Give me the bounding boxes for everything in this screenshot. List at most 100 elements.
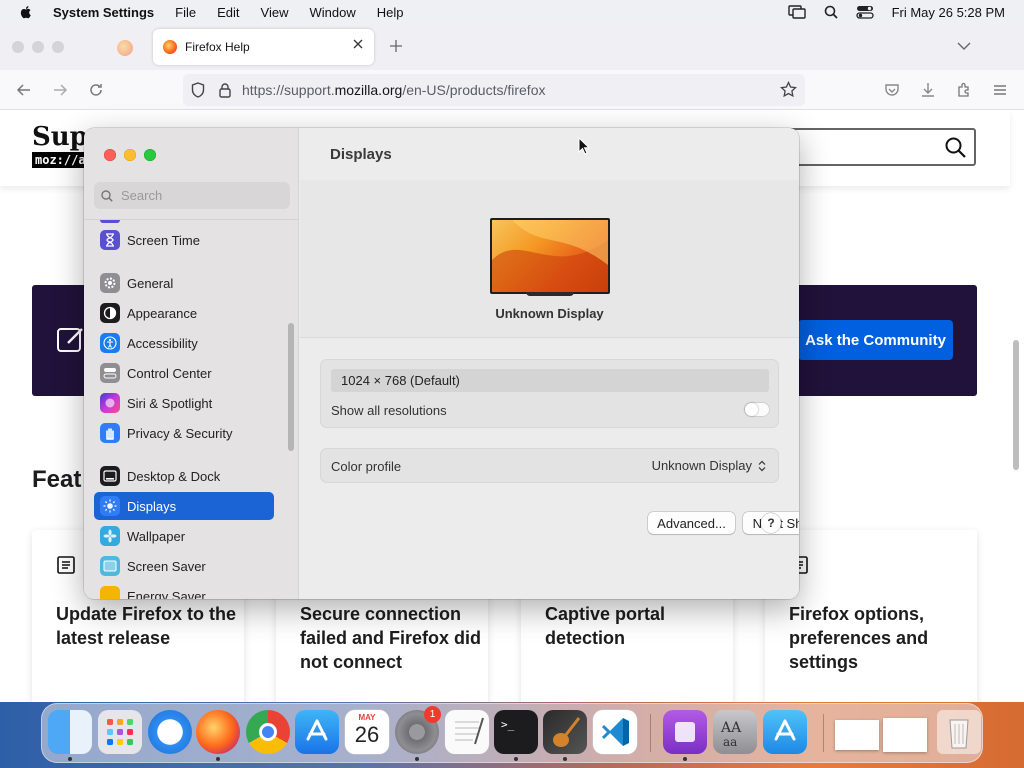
- page-scrollbar[interactable]: [1013, 340, 1019, 470]
- safari-icon[interactable]: [148, 710, 192, 754]
- tracking-protection-shield-icon[interactable]: [191, 82, 205, 98]
- sidebar-item-control-center[interactable]: Control Center: [94, 359, 274, 387]
- calendar-icon[interactable]: MAY 26: [345, 710, 389, 754]
- tab-firefox-help[interactable]: Firefox Help: [153, 29, 374, 65]
- trash-icon[interactable]: [937, 710, 981, 754]
- font-book-icon[interactable]: AA aa: [713, 710, 757, 754]
- url-prefix: https://support.: [242, 82, 335, 98]
- window-minimize-button[interactable]: [32, 41, 44, 53]
- mozilla-logo-badge[interactable]: moz://a: [32, 152, 89, 168]
- color-profile-value: Unknown Display: [651, 458, 752, 473]
- sidebar-item-desktop-dock[interactable]: Desktop & Dock: [94, 462, 274, 490]
- finder-icon[interactable]: [48, 710, 92, 754]
- menu-clock[interactable]: Fri May 26 5:28 PM: [892, 5, 1005, 20]
- window-close-button[interactable]: [12, 41, 24, 53]
- mouse-cursor-icon: [578, 137, 590, 155]
- app-store-icon[interactable]: [295, 710, 339, 754]
- bookmark-star-icon[interactable]: [780, 81, 797, 98]
- back-icon[interactable]: [16, 82, 32, 98]
- menu-edit[interactable]: Edit: [217, 5, 239, 20]
- site-search-icon[interactable]: [945, 137, 966, 158]
- spotlight-search-icon[interactable]: [824, 5, 838, 19]
- resolution-option[interactable]: 1024 × 768 (Default): [331, 369, 769, 392]
- sidebar-item-label: Energy Saver: [127, 588, 206, 600]
- sidebar-item-label: Desktop & Dock: [127, 468, 221, 484]
- menu-help[interactable]: Help: [377, 5, 404, 20]
- show-all-resolutions-toggle[interactable]: [744, 402, 770, 417]
- garageband-icon[interactable]: [543, 710, 587, 754]
- textedit-icon[interactable]: [445, 710, 489, 754]
- article-card-title[interactable]: Firefox options, preferences and setting…: [789, 602, 979, 674]
- sidebar-item-wallpaper[interactable]: Wallpaper: [94, 522, 274, 550]
- sidebar-item-privacy-security[interactable]: Privacy & Security: [94, 419, 274, 447]
- firefox-view-icon[interactable]: [117, 40, 133, 56]
- sidebar-item-screen-saver[interactable]: Screen Saver: [94, 552, 274, 580]
- sidebar-item-label: Siri & Spotlight: [127, 395, 213, 411]
- svg-text:AA: AA: [720, 720, 742, 736]
- display-preview: Unknown Display: [300, 180, 799, 338]
- featured-heading: Feat: [32, 466, 82, 493]
- flower-icon: [100, 526, 120, 546]
- url-host: mozilla.org: [334, 82, 403, 98]
- settings-sidebar: Search Screen Time General Appearance Ac…: [84, 128, 299, 599]
- help-button[interactable]: ?: [761, 513, 781, 533]
- chrome-icon[interactable]: [246, 710, 290, 754]
- control-center-icon: [100, 363, 120, 383]
- sidebar-scrollbar[interactable]: [288, 323, 294, 451]
- ask-community-button[interactable]: Ask the Community: [798, 320, 953, 360]
- menu-file[interactable]: File: [175, 5, 196, 20]
- app-menu-icon[interactable]: [992, 82, 1008, 98]
- extensions-icon[interactable]: [956, 82, 972, 98]
- minimize-button[interactable]: [124, 149, 136, 161]
- new-tab-icon[interactable]: [389, 39, 403, 53]
- app-store-icon-2[interactable]: [763, 710, 807, 754]
- terminal-icon[interactable]: >_: [494, 710, 538, 754]
- menu-view[interactable]: View: [261, 5, 289, 20]
- sidebar-item-displays[interactable]: Displays: [94, 492, 274, 520]
- sidebar-item-general[interactable]: General: [94, 269, 274, 297]
- running-indicator: [415, 757, 419, 761]
- dock-separator: [823, 714, 824, 752]
- close-button[interactable]: [104, 149, 116, 161]
- dock-separator: [650, 714, 651, 752]
- sidebar-item-appearance[interactable]: Appearance: [94, 299, 274, 327]
- running-indicator: [68, 757, 72, 761]
- gear-icon: [100, 273, 120, 293]
- sidebar-item-screen-time[interactable]: Screen Time: [94, 226, 274, 254]
- url-bar[interactable]: https://support.mozilla.org/en-US/produc…: [183, 74, 805, 106]
- display-thumbnail[interactable]: [490, 218, 610, 294]
- lock-icon[interactable]: [219, 82, 231, 98]
- color-profile-select[interactable]: Unknown Display: [652, 458, 766, 473]
- zoom-button[interactable]: [144, 149, 156, 161]
- sidebar-item-siri-spotlight[interactable]: Siri & Spotlight: [94, 389, 274, 417]
- vscode-icon[interactable]: [593, 710, 637, 754]
- sidebar-item-energy-saver[interactable]: Energy Saver: [94, 582, 274, 599]
- settings-search-input[interactable]: Search: [94, 182, 290, 209]
- menu-window[interactable]: Window: [309, 5, 355, 20]
- window-preview-icon[interactable]: [835, 710, 927, 754]
- show-all-resolutions-label: Show all resolutions: [331, 403, 447, 418]
- url-text[interactable]: https://support.mozilla.org/en-US/produc…: [242, 82, 545, 98]
- list-all-tabs-icon[interactable]: [957, 41, 971, 51]
- launchpad-icon[interactable]: [98, 710, 142, 754]
- firefox-icon[interactable]: [196, 710, 240, 754]
- menu-app-name[interactable]: System Settings: [53, 5, 154, 20]
- advanced-button[interactable]: Advanced...: [648, 512, 735, 534]
- window-zoom-button[interactable]: [52, 41, 64, 53]
- article-card-title[interactable]: Update Firefox to the latest release: [56, 602, 246, 650]
- chevron-up-down-icon: [758, 460, 766, 472]
- apple-icon[interactable]: [18, 4, 34, 20]
- siri-icon: [100, 393, 120, 413]
- reload-icon[interactable]: [88, 82, 104, 98]
- article-card-title[interactable]: Secure connection failed and Firefox did…: [300, 602, 490, 674]
- terminal-prompt: >_: [501, 718, 515, 731]
- tab-close-icon[interactable]: [352, 38, 364, 50]
- article-card-title[interactable]: Captive portal detection: [545, 602, 735, 650]
- screen-mirroring-icon[interactable]: [787, 5, 806, 19]
- sidebar-item-accessibility[interactable]: Accessibility: [94, 329, 274, 357]
- pocket-icon[interactable]: [884, 82, 900, 98]
- downloads-icon[interactable]: [920, 82, 936, 98]
- podcasts-icon[interactable]: [663, 710, 707, 754]
- forward-icon[interactable]: [52, 82, 68, 98]
- control-center-icon[interactable]: [855, 5, 874, 19]
